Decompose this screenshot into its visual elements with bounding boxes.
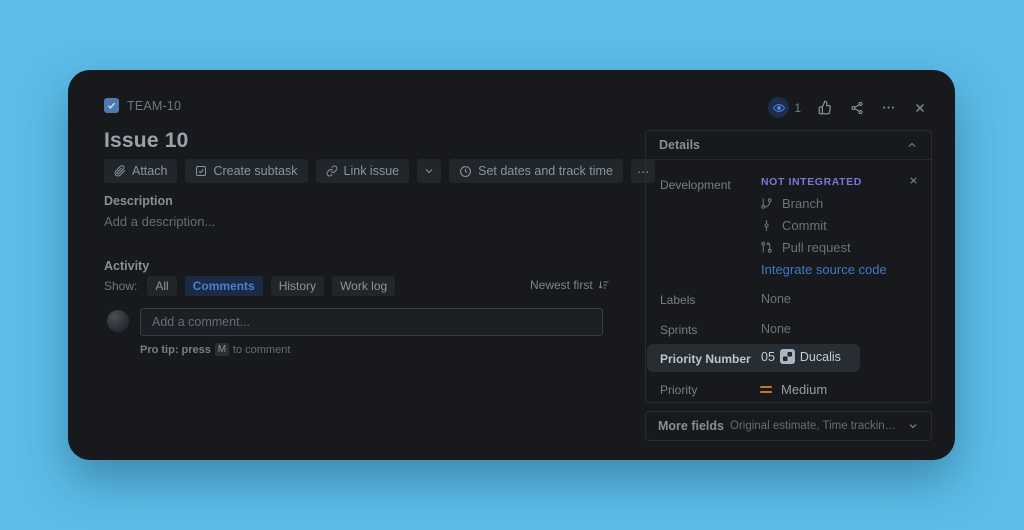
- issue-key-link[interactable]: TEAM-10: [127, 99, 181, 113]
- create-commit-link[interactable]: Commit: [760, 218, 827, 233]
- link-issue-label: Link issue: [344, 164, 400, 178]
- issue-toolbar: Attach Create subtask Link issue: [104, 159, 655, 183]
- link-issue-dropdown-button[interactable]: [417, 159, 441, 183]
- like-icon[interactable]: [818, 100, 833, 115]
- description-heading: Description: [104, 194, 173, 208]
- clock-icon: [459, 165, 472, 178]
- task-type-icon: [104, 98, 119, 113]
- development-dismiss-icon[interactable]: [908, 175, 919, 186]
- labels-field-label: Labels: [660, 293, 695, 307]
- more-fields-summary: Original estimate, Time tracking, Epic L…: [730, 420, 901, 432]
- sort-order-button[interactable]: Newest first: [530, 278, 610, 292]
- issue-modal: TEAM-10 1 Issue 10: [68, 70, 955, 460]
- more-fields-section[interactable]: More fields Original estimate, Time trac…: [645, 411, 932, 441]
- ducalis-app-icon: [780, 349, 795, 364]
- create-subtask-label: Create subtask: [213, 164, 297, 178]
- set-dates-label: Set dates and track time: [478, 164, 613, 178]
- desktop-background: TEAM-10 1 Issue 10: [0, 0, 1024, 530]
- git-branch-icon: [760, 197, 773, 210]
- development-status-badge: NOT INTEGRATED: [761, 176, 862, 188]
- keyboard-key-m: M: [215, 343, 229, 356]
- priority-number-label: Priority Number: [660, 352, 751, 366]
- pull-request-link-label: Pull request: [782, 240, 851, 255]
- more-fields-chevron-down-icon: [907, 420, 919, 432]
- priority-number-value: 05 Ducalis: [761, 349, 841, 364]
- activity-filter-bar: Show: All Comments History Work log: [104, 276, 395, 296]
- priority-number-digits: 05: [761, 350, 775, 364]
- priority-number-row[interactable]: Priority Number 05 Ducalis: [647, 344, 860, 372]
- avatar[interactable]: [107, 310, 129, 332]
- priority-medium-icon: [760, 383, 772, 396]
- header-actions: 1: [768, 97, 927, 118]
- sort-descending-icon: [598, 279, 610, 291]
- ducalis-app-name: Ducalis: [800, 350, 841, 364]
- priority-field-value[interactable]: Medium: [760, 382, 827, 397]
- details-panel: Details Development NOT INTEGRATED Branc…: [645, 130, 932, 403]
- priority-field-label: Priority: [660, 383, 697, 397]
- commit-link-label: Commit: [782, 218, 827, 233]
- description-placeholder[interactable]: Add a description...: [104, 214, 215, 229]
- sort-order-label: Newest first: [530, 278, 593, 292]
- more-fields-label: More fields: [658, 419, 724, 433]
- breadcrumb[interactable]: TEAM-10: [104, 98, 181, 113]
- development-field-label: Development: [660, 178, 731, 192]
- set-dates-button[interactable]: Set dates and track time: [449, 159, 623, 183]
- filter-worklog[interactable]: Work log: [332, 276, 395, 296]
- watchers-count: 1: [794, 101, 801, 115]
- create-branch-link[interactable]: Branch: [760, 196, 823, 211]
- branch-link-label: Branch: [782, 196, 823, 211]
- subtask-icon: [195, 165, 207, 177]
- sprints-field-label: Sprints: [660, 323, 697, 337]
- comment-pro-tip: Pro tip: press M to comment: [140, 343, 290, 356]
- create-pull-request-link[interactable]: Pull request: [760, 240, 851, 255]
- filter-all[interactable]: All: [147, 276, 176, 296]
- page-title: Issue 10: [104, 129, 189, 153]
- filter-comments[interactable]: Comments: [185, 276, 263, 296]
- git-pull-request-icon: [760, 241, 773, 254]
- pro-tip-suffix: to comment: [233, 344, 290, 356]
- git-commit-icon: [760, 219, 773, 232]
- close-icon[interactable]: [913, 101, 927, 115]
- sprints-field-value[interactable]: None: [761, 322, 791, 336]
- create-subtask-button[interactable]: Create subtask: [185, 159, 307, 183]
- integrate-source-code-link[interactable]: Integrate source code: [761, 262, 887, 277]
- attach-button[interactable]: Attach: [104, 159, 177, 183]
- watch-icon: [768, 97, 789, 118]
- link-icon: [326, 165, 338, 177]
- activity-heading: Activity: [104, 259, 149, 273]
- paperclip-icon: [114, 165, 126, 177]
- chevron-up-icon: [906, 139, 918, 151]
- labels-field-value[interactable]: None: [761, 292, 791, 306]
- comment-input[interactable]: [140, 308, 603, 336]
- more-actions-icon[interactable]: [881, 100, 896, 115]
- attach-label: Attach: [132, 164, 167, 178]
- filter-history[interactable]: History: [271, 276, 324, 296]
- pro-tip-prefix: Pro tip: press: [140, 344, 211, 356]
- details-panel-header[interactable]: Details: [646, 131, 931, 160]
- show-label: Show:: [104, 279, 137, 293]
- details-title: Details: [659, 138, 700, 152]
- link-issue-button[interactable]: Link issue: [316, 159, 410, 183]
- chevron-down-icon: [423, 165, 435, 177]
- priority-value-label: Medium: [781, 382, 827, 397]
- share-icon[interactable]: [850, 101, 864, 115]
- watchers-button[interactable]: 1: [768, 97, 801, 118]
